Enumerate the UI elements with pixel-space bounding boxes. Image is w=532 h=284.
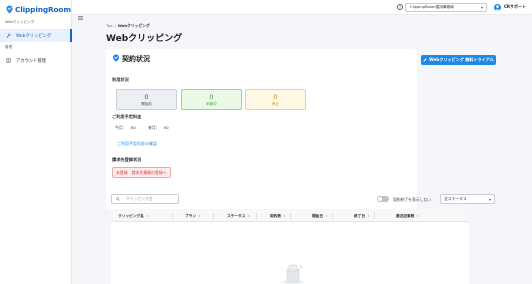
user-name[interactable]: CRサポート bbox=[504, 4, 526, 10]
breadcrumb-separator: / bbox=[114, 23, 116, 28]
sidebar-section-admin: 管理 bbox=[5, 45, 13, 49]
column-divider bbox=[172, 213, 173, 219]
brand-name: ClippingRoom bbox=[15, 4, 71, 14]
breadcrumb-current: Webクリッピング bbox=[117, 23, 150, 28]
help-icon[interactable]: ? bbox=[397, 4, 403, 10]
sort-icon: ↕ bbox=[145, 214, 149, 218]
status-label: 開始前 bbox=[141, 101, 152, 106]
status-box-pending[interactable]: 0 開始前 bbox=[116, 89, 177, 110]
status-count: 0 bbox=[209, 92, 214, 101]
company-select[interactable]: ClippingRoom運用事務局 bbox=[405, 3, 487, 12]
column-label: 終了日 bbox=[354, 213, 366, 218]
status-count: 0 bbox=[273, 92, 278, 101]
sort-icon: ↕ bbox=[325, 214, 328, 218]
column-label: 契約数 bbox=[270, 213, 282, 218]
this-month-value: ¥0 bbox=[130, 125, 136, 130]
sort-icon: ↕ bbox=[416, 214, 419, 218]
sort-icon: ↕ bbox=[283, 214, 286, 218]
search-input[interactable]: クリッピング名 bbox=[111, 194, 179, 204]
fee-check-link[interactable]: ご利用予定料金の確認 bbox=[117, 141, 157, 147]
usage-label: 利用状況 bbox=[112, 77, 129, 82]
billing-label: 請求先登録状況 bbox=[112, 157, 142, 162]
column-label: プラン bbox=[185, 213, 197, 218]
empty-state-icon bbox=[280, 262, 306, 284]
column-divider bbox=[290, 213, 291, 219]
account-icon bbox=[6, 58, 11, 63]
free-trial-label: Webクリッピング 無料トライアル bbox=[429, 57, 494, 62]
search-icon bbox=[116, 196, 120, 202]
brand-logo[interactable]: ClippingRoom bbox=[6, 3, 71, 15]
company-select-value: ClippingRoom運用事務局 bbox=[410, 5, 454, 9]
hide-ended-label: 契約終了を表示しない bbox=[393, 197, 431, 202]
column-header[interactable]: 開始日 ↕ bbox=[312, 210, 333, 222]
pencil-icon bbox=[423, 57, 427, 63]
billing-status-box: 未登録 請求先情報の登録へ bbox=[112, 167, 171, 178]
column-label: ステータス bbox=[227, 213, 246, 218]
chevron-down-icon bbox=[481, 7, 483, 9]
column-label: 最近記事数 bbox=[396, 213, 415, 218]
status-filter-value: 全ステータス bbox=[444, 196, 467, 201]
column-header[interactable]: 最近記事数 ↕ bbox=[396, 210, 419, 222]
next-month-fee: 来月： ¥0 bbox=[148, 125, 169, 131]
column-header[interactable]: クリッピング名 ↕ bbox=[118, 210, 173, 222]
next-month-label: 来月： bbox=[148, 125, 160, 130]
sort-icon: ↕ bbox=[367, 214, 370, 218]
status-label: 停止 bbox=[271, 101, 280, 106]
hide-ended-toggle[interactable] bbox=[377, 196, 389, 202]
sidebar-item-account[interactable]: アカウント管理 bbox=[0, 54, 72, 67]
sort-icon: ↕ bbox=[247, 214, 250, 218]
status-filter-select[interactable]: 全ステータス bbox=[440, 194, 495, 204]
column-divider bbox=[256, 213, 257, 219]
column-divider bbox=[332, 213, 333, 219]
sidebar-item-label: アカウント管理 bbox=[16, 58, 47, 64]
top-bar: ? ClippingRoom運用事務局 CRサポート bbox=[72, 0, 532, 20]
sort-icon: ↕ bbox=[198, 214, 201, 218]
column-divider bbox=[374, 213, 375, 219]
sidebar-section-clipping: Webクリッピング bbox=[5, 20, 35, 24]
clippingroom-logo-icon bbox=[6, 5, 13, 14]
column-header[interactable]: ステータス ↕ bbox=[227, 210, 257, 222]
search-placeholder: クリッピング名 bbox=[126, 196, 153, 201]
clipping-icon bbox=[6, 33, 11, 38]
page-title: Webクリッピング bbox=[106, 34, 183, 44]
breadcrumb: Top / Webクリッピング bbox=[106, 23, 150, 29]
this-month-fee: 今月： ¥0 bbox=[115, 125, 136, 131]
sidebar-item-label: Webクリッピング bbox=[16, 33, 52, 39]
next-month-value: ¥0 bbox=[163, 125, 169, 130]
contract-icon bbox=[112, 54, 120, 64]
status-box-active[interactable]: 0 利用中 bbox=[181, 89, 242, 110]
status-label: 利用中 bbox=[206, 101, 217, 106]
contract-title-text: 契約状況 bbox=[122, 55, 150, 63]
column-header[interactable]: 契約数 ↕ bbox=[270, 210, 291, 222]
fee-label: ご利用予定料金 bbox=[112, 114, 142, 119]
column-label: 開始日 bbox=[312, 213, 324, 218]
status-box-stopped[interactable]: 0 停止 bbox=[245, 89, 306, 110]
menu-icon[interactable] bbox=[78, 5, 83, 20]
column-divider bbox=[213, 213, 214, 219]
chevron-down-icon bbox=[489, 199, 491, 201]
billing-status: 未登録 bbox=[116, 169, 128, 175]
column-label: クリッピング名 bbox=[118, 213, 144, 218]
status-count: 0 bbox=[144, 92, 149, 101]
column-header[interactable]: 終了日 ↕ bbox=[354, 210, 375, 222]
avatar[interactable] bbox=[494, 3, 501, 11]
sidebar-item-web-clipping[interactable]: Webクリッピング bbox=[0, 29, 72, 42]
table-header: クリッピング名 ↕ プラン ↕ ステータス ↕ 契約数 ↕ 開始日 ↕ 終了日 ↕ 最近記事… bbox=[111, 210, 469, 222]
column-header[interactable]: プラン ↕ bbox=[185, 210, 214, 222]
contract-title: 契約状況 bbox=[112, 54, 150, 64]
this-month-label: 今月： bbox=[115, 125, 127, 130]
breadcrumb-top-link[interactable]: Top bbox=[106, 23, 112, 29]
sidebar: ClippingRoom Webクリッピング Webクリッピング 管理 アカウン… bbox=[0, 0, 72, 284]
billing-register-link[interactable]: 請求先情報の登録へ bbox=[132, 170, 167, 176]
free-trial-button[interactable]: Webクリッピング 無料トライアル bbox=[421, 55, 496, 65]
